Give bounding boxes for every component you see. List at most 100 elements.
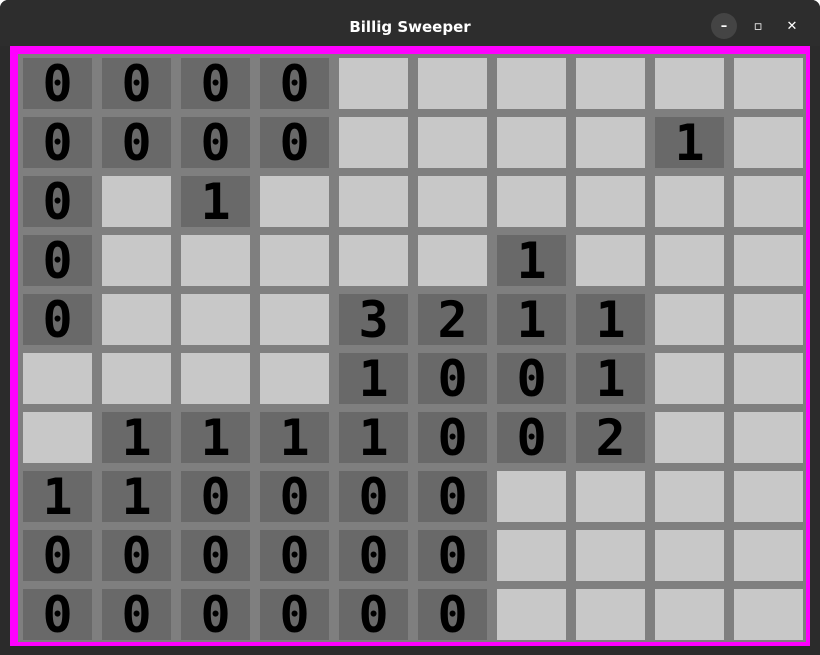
revealed-cell[interactable]: 0 <box>102 530 171 581</box>
covered-cell[interactable] <box>339 235 408 286</box>
covered-cell[interactable] <box>734 530 803 581</box>
revealed-cell[interactable]: 0 <box>23 58 92 109</box>
covered-cell[interactable] <box>734 176 803 227</box>
covered-cell[interactable] <box>734 294 803 345</box>
revealed-cell[interactable]: 0 <box>181 471 250 522</box>
revealed-cell[interactable]: 0 <box>181 530 250 581</box>
maximize-button[interactable]: ▫ <box>745 13 771 39</box>
close-button[interactable]: ✕ <box>779 13 805 39</box>
revealed-cell[interactable]: 0 <box>181 58 250 109</box>
revealed-cell[interactable]: 0 <box>23 176 92 227</box>
revealed-cell[interactable]: 1 <box>23 471 92 522</box>
revealed-cell[interactable]: 0 <box>102 589 171 640</box>
revealed-cell[interactable]: 1 <box>576 294 645 345</box>
revealed-cell[interactable]: 0 <box>23 294 92 345</box>
revealed-cell[interactable]: 0 <box>418 353 487 404</box>
revealed-cell[interactable]: 0 <box>102 117 171 168</box>
revealed-cell[interactable]: 0 <box>260 589 329 640</box>
covered-cell[interactable] <box>655 412 724 463</box>
covered-cell[interactable] <box>418 235 487 286</box>
revealed-cell[interactable]: 0 <box>418 589 487 640</box>
revealed-cell[interactable]: 0 <box>23 589 92 640</box>
covered-cell[interactable] <box>181 235 250 286</box>
covered-cell[interactable] <box>102 176 171 227</box>
revealed-cell[interactable]: 0 <box>102 58 171 109</box>
revealed-cell[interactable]: 0 <box>23 117 92 168</box>
revealed-cell[interactable]: 0 <box>339 589 408 640</box>
title-bar[interactable]: Billig Sweeper – ▫ ✕ <box>0 0 820 46</box>
covered-cell[interactable] <box>655 176 724 227</box>
revealed-cell[interactable]: 1 <box>655 117 724 168</box>
revealed-cell[interactable]: 0 <box>418 412 487 463</box>
covered-cell[interactable] <box>418 117 487 168</box>
covered-cell[interactable] <box>260 176 329 227</box>
revealed-cell[interactable]: 0 <box>339 530 408 581</box>
revealed-cell[interactable]: 2 <box>418 294 487 345</box>
covered-cell[interactable] <box>260 353 329 404</box>
covered-cell[interactable] <box>260 294 329 345</box>
revealed-cell[interactable]: 1 <box>339 412 408 463</box>
covered-cell[interactable] <box>576 58 645 109</box>
covered-cell[interactable] <box>655 471 724 522</box>
covered-cell[interactable] <box>655 294 724 345</box>
revealed-cell[interactable]: 0 <box>339 471 408 522</box>
revealed-cell[interactable]: 1 <box>260 412 329 463</box>
covered-cell[interactable] <box>102 235 171 286</box>
covered-cell[interactable] <box>734 589 803 640</box>
covered-cell[interactable] <box>576 471 645 522</box>
revealed-cell[interactable]: 0 <box>260 530 329 581</box>
covered-cell[interactable] <box>734 412 803 463</box>
revealed-cell[interactable]: 1 <box>339 353 408 404</box>
covered-cell[interactable] <box>655 58 724 109</box>
revealed-cell[interactable]: 0 <box>497 412 566 463</box>
covered-cell[interactable] <box>418 176 487 227</box>
revealed-cell[interactable]: 2 <box>576 412 645 463</box>
revealed-cell[interactable]: 0 <box>260 117 329 168</box>
covered-cell[interactable] <box>576 530 645 581</box>
minimize-button[interactable]: – <box>711 13 737 39</box>
covered-cell[interactable] <box>497 589 566 640</box>
covered-cell[interactable] <box>339 58 408 109</box>
covered-cell[interactable] <box>181 294 250 345</box>
revealed-cell[interactable]: 0 <box>181 117 250 168</box>
revealed-cell[interactable]: 0 <box>23 530 92 581</box>
covered-cell[interactable] <box>23 412 92 463</box>
covered-cell[interactable] <box>497 471 566 522</box>
covered-cell[interactable] <box>734 353 803 404</box>
covered-cell[interactable] <box>734 471 803 522</box>
revealed-cell[interactable]: 0 <box>418 530 487 581</box>
covered-cell[interactable] <box>497 58 566 109</box>
revealed-cell[interactable]: 1 <box>102 412 171 463</box>
covered-cell[interactable] <box>102 294 171 345</box>
covered-cell[interactable] <box>576 589 645 640</box>
revealed-cell[interactable]: 0 <box>497 353 566 404</box>
revealed-cell[interactable]: 1 <box>102 471 171 522</box>
covered-cell[interactable] <box>339 117 408 168</box>
covered-cell[interactable] <box>497 176 566 227</box>
revealed-cell[interactable]: 0 <box>181 589 250 640</box>
revealed-cell[interactable]: 1 <box>497 235 566 286</box>
covered-cell[interactable] <box>734 235 803 286</box>
revealed-cell[interactable]: 0 <box>260 471 329 522</box>
revealed-cell[interactable]: 1 <box>181 412 250 463</box>
revealed-cell[interactable]: 1 <box>497 294 566 345</box>
revealed-cell[interactable]: 1 <box>181 176 250 227</box>
revealed-cell[interactable]: 3 <box>339 294 408 345</box>
covered-cell[interactable] <box>497 117 566 168</box>
revealed-cell[interactable]: 0 <box>260 58 329 109</box>
revealed-cell[interactable]: 0 <box>418 471 487 522</box>
revealed-cell[interactable]: 1 <box>576 353 645 404</box>
covered-cell[interactable] <box>655 353 724 404</box>
covered-cell[interactable] <box>260 235 329 286</box>
covered-cell[interactable] <box>576 235 645 286</box>
covered-cell[interactable] <box>655 530 724 581</box>
covered-cell[interactable] <box>497 530 566 581</box>
covered-cell[interactable] <box>576 176 645 227</box>
covered-cell[interactable] <box>418 58 487 109</box>
covered-cell[interactable] <box>23 353 92 404</box>
covered-cell[interactable] <box>576 117 645 168</box>
covered-cell[interactable] <box>181 353 250 404</box>
covered-cell[interactable] <box>339 176 408 227</box>
covered-cell[interactable] <box>102 353 171 404</box>
covered-cell[interactable] <box>655 589 724 640</box>
